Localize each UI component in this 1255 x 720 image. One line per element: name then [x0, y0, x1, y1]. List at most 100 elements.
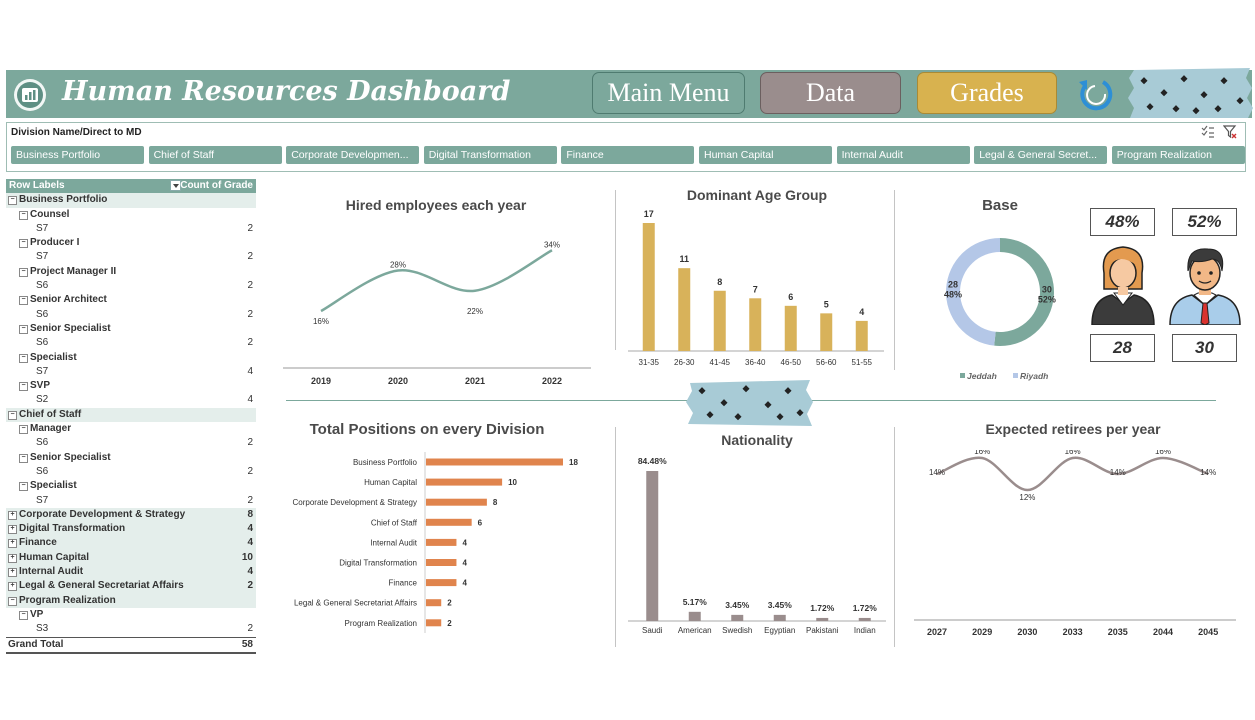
- slicer-item[interactable]: Finance: [561, 146, 695, 164]
- y-tick-label: Chief of Staff: [371, 518, 418, 527]
- clear-filter-icon[interactable]: [1223, 125, 1237, 139]
- slicer-item[interactable]: Program Realization: [1111, 146, 1245, 164]
- slicer-item[interactable]: Chief of Staff: [148, 146, 282, 164]
- pivot-row: − Manager: [6, 422, 256, 436]
- slicer-title: Division Name/Direct to MD: [11, 127, 142, 138]
- pivot-row: S7 2: [6, 250, 256, 264]
- slicer-item[interactable]: Internal Audit: [836, 146, 970, 164]
- pivot-row: S6 2: [6, 465, 256, 479]
- pivot-row: S7 2: [6, 494, 256, 508]
- dashboard-logo-icon: [14, 79, 46, 111]
- pivot-row-label-cell: − Chief of Staff: [8, 408, 81, 422]
- pivot-row-label-cell: − Program Realization: [8, 594, 116, 608]
- female-percent-box: 48%: [1090, 208, 1155, 236]
- grand-total-value: 58: [241, 638, 253, 650]
- pivot-row-value: 2: [247, 580, 253, 592]
- expand-icon[interactable]: +: [8, 553, 17, 563]
- pivot-row: − Producer I: [6, 236, 256, 250]
- collapse-icon[interactable]: −: [19, 482, 28, 492]
- collapse-icon[interactable]: −: [19, 296, 28, 306]
- collapse-icon[interactable]: −: [19, 267, 28, 277]
- pivot-row-label: S3: [36, 623, 49, 635]
- pivot-row: + Internal Audit 4: [6, 565, 256, 580]
- collapse-icon[interactable]: −: [19, 425, 28, 435]
- pivot-row: − Project Manager II: [6, 265, 256, 279]
- pivot-row-label: Senior Specialist: [30, 322, 111, 334]
- nationality-bar: [816, 617, 829, 621]
- slicer-item[interactable]: Legal & General Secret...: [974, 146, 1108, 164]
- pivot-row-label-cell: S6: [36, 336, 48, 350]
- slicer-item[interactable]: Business Portfolio: [11, 146, 144, 164]
- collapse-icon[interactable]: −: [8, 196, 17, 206]
- data-label: 5.17%: [683, 597, 708, 607]
- retirees-chart-title: Expected retirees per year: [985, 421, 1161, 437]
- pivot-row-label-cell: − VP: [19, 608, 43, 622]
- expand-icon[interactable]: +: [8, 510, 17, 520]
- legend-swatch: [960, 373, 965, 378]
- slicer-item[interactable]: Digital Transformation: [423, 146, 557, 164]
- slicer-item[interactable]: Human Capital: [699, 146, 832, 164]
- pivot-row: + Human Capital 10: [6, 550, 256, 566]
- pivot-row-label: S6: [36, 308, 49, 320]
- age-bar: [749, 298, 762, 351]
- pivot-row-label: Specialist: [30, 480, 77, 492]
- data-label: 6: [478, 518, 483, 527]
- pivot-grand-total-row: Grand Total 58: [6, 636, 256, 654]
- data-button[interactable]: Data: [760, 72, 901, 114]
- slicer-item[interactable]: Corporate Developmen...: [286, 146, 420, 164]
- legend-label: Riyadh: [1020, 371, 1048, 381]
- pivot-row-label: Counsel: [30, 208, 70, 220]
- hired-employees-line-chart: 16% 2019 28% 2020 22% 2021 34% 2022: [283, 240, 591, 386]
- collapse-icon[interactable]: −: [19, 610, 28, 620]
- y-tick-label: Corporate Development & Strategy: [292, 498, 417, 507]
- pivot-row-value: 2: [247, 623, 253, 635]
- expand-icon[interactable]: +: [8, 568, 17, 578]
- pivot-row-value: 4: [247, 537, 253, 549]
- data-label: 4: [462, 559, 467, 568]
- x-tick-label: 2027: [927, 627, 947, 637]
- base-donut-chart: 3052% 2848% Jeddah Riyadh: [944, 238, 1056, 381]
- collapse-icon[interactable]: −: [19, 210, 28, 220]
- collapse-icon[interactable]: −: [19, 453, 28, 463]
- pivot-row-label: Finance: [19, 537, 57, 549]
- grades-button[interactable]: Grades: [917, 72, 1057, 114]
- collapse-icon[interactable]: −: [19, 353, 28, 363]
- pivot-row-value: 10: [241, 551, 253, 563]
- pivot-row-label-cell: + Digital Transformation: [8, 522, 125, 536]
- pivot-row-label: S7: [36, 222, 49, 234]
- x-tick-label: Indian: [854, 626, 876, 635]
- collapse-icon[interactable]: −: [19, 324, 28, 334]
- pivot-row-label: Senior Architect: [30, 294, 107, 306]
- pivot-row: − Senior Architect: [6, 293, 256, 307]
- collapse-icon[interactable]: −: [19, 239, 28, 249]
- page-title: Human Resources Dashboard: [62, 76, 511, 107]
- dominant-age-bar-chart: 17 31-35 11 26-30 8 41-45 7 36-40 6 46-50 5 56-60 4 5…: [628, 209, 884, 367]
- pivot-row: − SVP: [6, 379, 256, 393]
- position-bar: [426, 538, 457, 546]
- collapse-icon[interactable]: −: [8, 410, 17, 420]
- data-label: 6: [788, 292, 793, 302]
- x-tick-label: 41-45: [710, 358, 731, 367]
- position-bar: [426, 619, 442, 627]
- pivot-row-label: S6: [36, 280, 49, 292]
- expand-icon[interactable]: +: [8, 539, 17, 549]
- data-label: 17: [644, 209, 654, 219]
- pivot-row-label-cell: + Internal Audit: [8, 565, 83, 579]
- pivot-row-label-cell: − Specialist: [19, 351, 77, 365]
- multi-select-icon[interactable]: [1201, 125, 1215, 139]
- collapse-icon[interactable]: −: [19, 382, 28, 392]
- series-line: [320, 249, 553, 313]
- expand-icon[interactable]: +: [8, 582, 17, 592]
- data-label: 52%: [1038, 295, 1056, 305]
- nationality-bar: [688, 611, 701, 621]
- main-menu-button[interactable]: Main Menu: [592, 72, 745, 114]
- separator: [615, 190, 616, 350]
- y-tick-label: Digital Transformation: [339, 559, 417, 568]
- refresh-icon[interactable]: [1073, 74, 1119, 114]
- pivot-row-value: 8: [247, 508, 253, 520]
- x-tick-label: 2020: [388, 376, 408, 386]
- pivot-row-label: Digital Transformation: [19, 523, 126, 535]
- expand-icon[interactable]: +: [8, 525, 17, 535]
- data-label: 84.48%: [638, 456, 667, 466]
- collapse-icon[interactable]: −: [8, 596, 17, 606]
